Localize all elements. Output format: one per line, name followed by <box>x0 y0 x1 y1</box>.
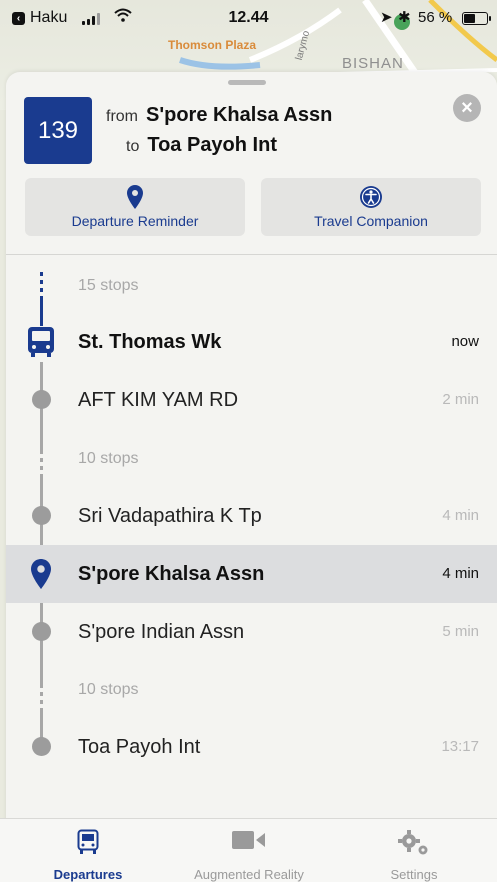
stop-eta: 2 min <box>442 391 479 408</box>
map-label-plaza: Thomson Plaza <box>168 38 257 52</box>
stops-count: 10 stops <box>78 681 139 698</box>
timeline-dash <box>40 450 43 454</box>
stop-name: Sri Vadapathira K Tp <box>78 505 262 527</box>
stop-eta: 5 min <box>442 623 479 640</box>
stops-count: 10 stops <box>78 450 139 467</box>
stop-name: S'pore Khalsa Assn <box>78 563 265 585</box>
map-pin-icon <box>25 185 245 209</box>
stop-row[interactable]: AFT KIM YAM RD 2 min <box>6 371 497 429</box>
tab-label: Departures <box>53 867 123 882</box>
accessibility-icon <box>261 185 481 209</box>
stop-eta: 4 min <box>442 507 479 524</box>
from-stop-name: S'pore Khalsa Assn <box>146 104 333 126</box>
stop-name: S'pore Indian Assn <box>78 621 245 643</box>
timeline-dash <box>40 280 43 284</box>
close-button[interactable]: × <box>453 94 481 122</box>
tab-augmented-reality[interactable]: Augmented Reality <box>166 819 332 882</box>
stop-eta: 4 min <box>442 565 479 582</box>
close-icon: × <box>461 97 473 119</box>
sheet-grabber[interactable] <box>228 80 266 85</box>
video-camera-icon <box>166 829 332 857</box>
stop-row-current[interactable]: St. Thomas Wk now <box>6 313 497 371</box>
stop-dot <box>32 506 51 525</box>
stop-row[interactable]: S'pore Indian Assn 5 min <box>6 603 497 661</box>
route-sheet: 139 from S'pore Khalsa Assn to Toa Payoh… <box>6 72 497 881</box>
timeline-dash <box>40 700 43 704</box>
departure-reminder-label: Departure Reminder <box>71 213 199 229</box>
stop-name: Toa Payoh Int <box>78 736 201 758</box>
divider <box>6 254 497 255</box>
from-label: from <box>106 108 138 125</box>
stop-row[interactable]: Toa Payoh Int 13:17 <box>6 718 497 776</box>
travel-companion-button[interactable]: Travel Companion <box>261 178 481 236</box>
stop-eta: 13:17 <box>441 738 479 755</box>
tab-settings[interactable]: Settings <box>331 819 497 882</box>
gear-icon <box>331 829 497 857</box>
stop-row-selected[interactable]: S'pore Khalsa Assn 4 min <box>6 545 497 603</box>
battery-icon <box>462 12 491 25</box>
timeline-dash <box>40 684 43 688</box>
stop-name: AFT KIM YAM RD <box>78 389 239 411</box>
tab-label: Settings <box>390 867 438 882</box>
to-label: to <box>126 138 140 155</box>
route-to: to Toa Payoh Int <box>126 134 277 157</box>
tab-bar: Departures Augmented Reality Settings <box>0 818 497 882</box>
map-pin-icon <box>30 559 52 594</box>
route-from: from S'pore Khalsa Assn <box>106 104 332 127</box>
stops-count-previous: 15 stops <box>78 277 139 294</box>
tab-label: Augmented Reality <box>194 867 304 882</box>
stop-name: St. Thomas Wk <box>78 331 222 353</box>
bluetooth-icon: ✱ <box>398 9 411 26</box>
status-bar: ‹ Haku 12.44 ➤ ✱ 56 % <box>0 0 497 36</box>
stop-dot <box>32 622 51 641</box>
bus-icon <box>26 326 56 363</box>
timeline-dash <box>40 272 43 276</box>
stop-row[interactable]: Sri Vadapathira K Tp 4 min <box>6 487 497 545</box>
location-icon: ➤ <box>380 9 393 26</box>
battery-percent: 56 % <box>418 9 453 26</box>
stop-dot <box>32 390 51 409</box>
stop-eta: now <box>451 333 479 350</box>
to-stop-name: Toa Payoh Int <box>147 134 277 156</box>
tab-departures[interactable]: Departures <box>5 819 171 882</box>
timeline-dash <box>40 458 43 462</box>
bus-icon <box>5 829 171 857</box>
timeline-dash <box>40 692 43 696</box>
map-label-area: BISHAN <box>342 55 404 72</box>
departure-reminder-button[interactable]: Departure Reminder <box>25 178 245 236</box>
stop-dot <box>32 737 51 756</box>
travel-companion-label: Travel Companion <box>314 213 428 229</box>
timeline-dash <box>40 288 43 292</box>
route-number-badge: 139 <box>24 97 92 164</box>
timeline-dash <box>40 466 43 470</box>
